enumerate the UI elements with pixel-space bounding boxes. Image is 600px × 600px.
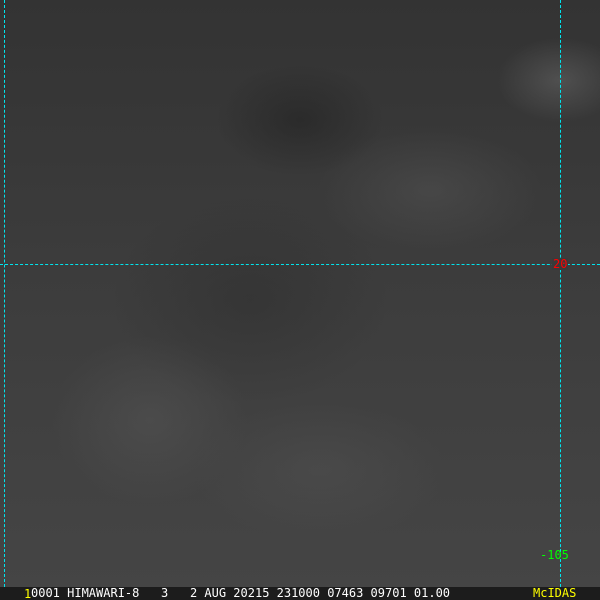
satellite-image — [0, 0, 600, 587]
longitude-gridline — [560, 0, 561, 587]
status-bar: 1 0001 HIMAWARI-8 3 2 AUG 20215 231000 07… — [0, 587, 600, 600]
mcidas-logo: McIDAS — [533, 586, 577, 600]
longitude-gridline-left — [4, 0, 5, 587]
longitude-label: -105 — [540, 548, 569, 562]
image-info: 0001 HIMAWARI-8 3 2 AUG 20215 231000 074… — [31, 586, 451, 600]
latitude-label: 20 — [552, 257, 569, 271]
satellite-viewer: 20 -105 1 0001 HIMAWARI-8 3 2 AUG 20215 2… — [0, 0, 600, 600]
latitude-gridline — [0, 264, 600, 265]
